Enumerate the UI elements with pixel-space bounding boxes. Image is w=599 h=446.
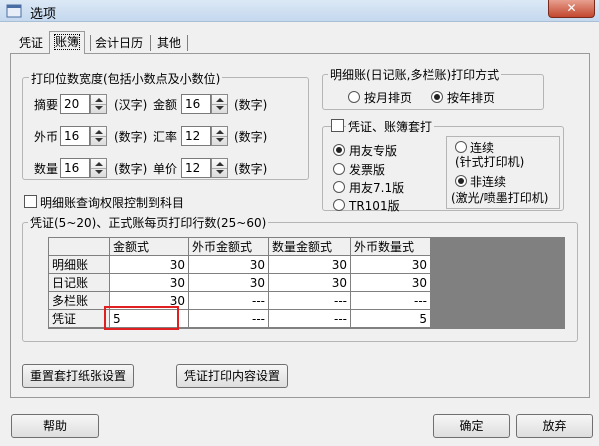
tab-label: 其他 — [157, 36, 182, 50]
quantity-width-spinner[interactable] — [90, 158, 107, 178]
set-print-label[interactable]: 凭证、账簿套打 — [346, 118, 435, 135]
foreign-currency-width-input[interactable]: 16 — [60, 126, 90, 146]
help-button[interactable]: 帮助 — [11, 414, 99, 438]
non-continuous-sublabel: (激光/喷墨打印机) — [451, 191, 549, 205]
foreign-currency-width-spinner[interactable] — [90, 126, 107, 146]
foreign-currency-label: 外币 — [34, 130, 59, 144]
rows-per-page-title: 凭证(5~20)、正式账每页打印行数(25~60) — [28, 214, 269, 231]
continuous-sublabel: (针式打印机) — [455, 155, 525, 169]
unit-price-width-input[interactable]: 12 — [181, 158, 211, 178]
tab-label: 会计日历 — [95, 36, 144, 50]
quantity-label: 数量 — [34, 162, 59, 176]
column-header: 外币数量式 — [350, 237, 431, 256]
tab-other[interactable]: 其他 — [152, 33, 186, 53]
print-width-title: 打印位数宽度(包括小数点及小数位) — [29, 70, 223, 87]
table-cell[interactable]: --- — [268, 291, 351, 310]
foreign-currency-unit: (数字) — [114, 130, 148, 144]
cancel-button[interactable]: 放弃 — [516, 414, 593, 438]
exchange-rate-label: 汇率 — [153, 130, 178, 144]
table-cell[interactable]: 30 — [268, 273, 351, 292]
table-cell[interactable]: --- — [188, 291, 269, 310]
non-continuous-label[interactable]: 非连续 — [470, 173, 506, 190]
table-row: 日记账 30 30 30 30 — [48, 273, 431, 292]
table-cell[interactable]: 30 — [350, 273, 431, 292]
close-button[interactable]: ✕ — [548, 0, 595, 18]
table-cell[interactable]: 30 — [268, 255, 351, 274]
table-cell[interactable]: 5 — [350, 309, 431, 328]
table-cell[interactable]: 30 — [109, 273, 189, 292]
yonyou-special-label[interactable]: 用友专版 — [349, 142, 397, 159]
summary-width-input[interactable]: 20 — [60, 94, 90, 114]
reset-paper-button[interactable]: 重置套打纸张设置 — [22, 364, 134, 388]
voucher-print-content-button[interactable]: 凭证打印内容设置 — [176, 364, 288, 388]
tab-separator — [150, 35, 151, 51]
set-print-checkbox[interactable] — [331, 119, 344, 132]
tab-label: 凭证 — [19, 36, 44, 50]
summary-label: 摘要 — [34, 98, 59, 112]
tab-accounting-calendar[interactable]: 会计日历 — [90, 33, 148, 53]
row-header: 凭证 — [48, 309, 110, 328]
column-header: 数量金额式 — [268, 237, 351, 256]
highlight-box — [104, 306, 179, 330]
yonyou-71-radio[interactable] — [333, 181, 345, 193]
summary-unit: (汉字) — [114, 98, 148, 112]
tr101-label[interactable]: TR101版 — [349, 197, 400, 214]
detail-print-mode-title: 明细账(日记账,多栏账)打印方式 — [328, 66, 502, 83]
row-header: 多栏账 — [48, 291, 110, 310]
window-title: 选项 — [30, 7, 57, 22]
yonyou-71-label[interactable]: 用友7.1版 — [349, 179, 404, 196]
unit-price-unit: (数字) — [234, 162, 268, 176]
table-row: 明细账 30 30 30 30 — [48, 255, 431, 274]
exchange-rate-width-spinner[interactable] — [211, 126, 228, 146]
app-icon — [6, 4, 22, 18]
tab-voucher[interactable]: 凭证 — [14, 33, 48, 53]
quantity-width-input[interactable]: 16 — [60, 158, 90, 178]
quantity-unit: (数字) — [114, 162, 148, 176]
yearly-pagination-radio[interactable] — [431, 91, 443, 103]
unit-price-label: 单价 — [153, 162, 178, 176]
tr101-radio[interactable] — [333, 199, 345, 211]
invoice-version-label[interactable]: 发票版 — [349, 161, 385, 178]
table-cell[interactable]: --- — [350, 291, 431, 310]
monthly-pagination-radio[interactable] — [348, 91, 360, 103]
table-cell[interactable]: --- — [268, 309, 351, 328]
table-cell[interactable]: 30 — [188, 255, 269, 274]
amount-width-input[interactable]: 16 — [181, 94, 211, 114]
non-continuous-radio[interactable] — [455, 175, 467, 187]
invoice-version-radio[interactable] — [333, 163, 345, 175]
row-header: 明细账 — [48, 255, 110, 274]
tab-label: 账簿 — [53, 34, 81, 50]
table-cell[interactable]: 30 — [350, 255, 431, 274]
table-cell[interactable]: --- — [188, 309, 269, 328]
monthly-pagination-label[interactable]: 按月排页 — [364, 89, 412, 106]
table-header-row: 金额式 外币金额式 数量金额式 外币数量式 — [48, 237, 431, 256]
column-header: 金额式 — [109, 237, 189, 256]
exchange-rate-unit: (数字) — [234, 130, 268, 144]
permission-control-checkbox[interactable] — [24, 195, 37, 208]
continuous-radio[interactable] — [455, 141, 467, 153]
row-header: 日记账 — [48, 273, 110, 292]
permission-control-label[interactable]: 明细账查询权限控制到科目 — [40, 194, 184, 211]
table-cell[interactable]: 30 — [109, 255, 189, 274]
yearly-pagination-label[interactable]: 按年排页 — [447, 89, 495, 106]
amount-width-spinner[interactable] — [211, 94, 228, 114]
unit-price-width-spinner[interactable] — [211, 158, 228, 178]
corner-cell — [48, 237, 110, 256]
title-bar: 选项 ✕ — [0, 0, 599, 22]
exchange-rate-width-input[interactable]: 12 — [181, 126, 211, 146]
amount-label: 金额 — [153, 98, 178, 112]
summary-width-spinner[interactable] — [90, 94, 107, 114]
column-header: 外币金额式 — [188, 237, 269, 256]
tab-separator — [187, 35, 188, 51]
tab-ledger[interactable]: 账簿 — [49, 31, 86, 54]
ok-button[interactable]: 确定 — [433, 414, 510, 438]
amount-unit: (数字) — [234, 98, 268, 112]
yonyou-special-radio[interactable] — [333, 144, 345, 156]
table-cell[interactable]: 30 — [188, 273, 269, 292]
